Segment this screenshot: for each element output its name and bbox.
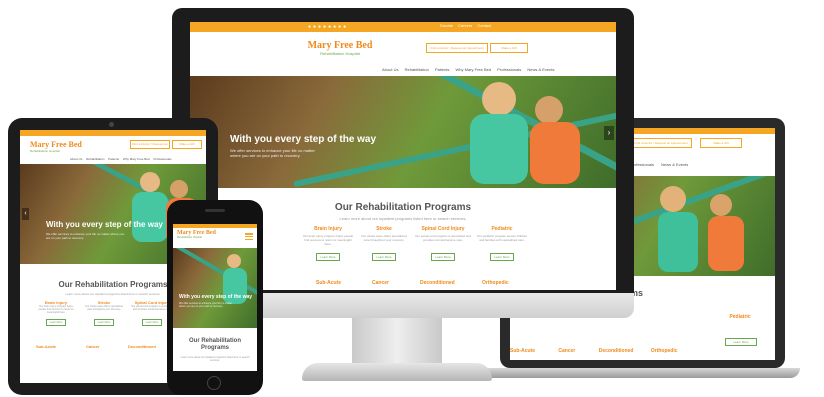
tablet-logo[interactable]: Mary Free Bed Rehabilitation Hospital [30,140,90,153]
program-orthopedic: Orthopedic [482,280,509,286]
learn-more-button[interactable]: Learn More [431,253,455,261]
site-logo[interactable]: Mary Free Bed Rehabilitation Hospital [300,40,380,66]
tablet-nav: About Us Rehabilitation Patients Why Mar… [70,157,206,161]
program-card: Brain Injury Our brain injury program he… [302,226,354,261]
tablet-hero-prev-arrow[interactable]: ‹ [22,208,29,220]
monitor-stand-base [302,363,492,381]
nav-news[interactable]: News & Events [527,67,554,72]
tablet-program-card: Stroke Our stroke team offers specialize… [84,300,124,326]
phone-programs-title: Our Rehabilitation Programs [188,338,241,351]
find-doctor-button[interactable]: Find a Doctor / Request an Appointment [426,43,488,53]
program-name: Brain Injury [314,226,342,232]
home-button-icon[interactable] [207,376,221,390]
main-nav: About Us Rehabilitation Patients Why Mar… [382,67,582,72]
tablet-logo-name: Mary Free Bed [30,140,82,149]
nav-about[interactable]: About Us [382,67,398,72]
tablet-program-card: Brain Injury Our brain injury program he… [36,300,76,326]
laptop-nav: Professionals News & Events [630,162,770,170]
tablet-find-doctor-button[interactable]: Find a Doctor / Request an Appointment [130,140,170,149]
tablet-gift-button[interactable]: Make a Gift [172,140,202,149]
top-utility-bar: ●●●●●●●● Donate Careers Contact [190,22,616,32]
nav-patients[interactable]: Patients [435,67,449,72]
tablet-nav-item[interactable]: Why Mary Free Bed [123,157,150,161]
phone-device: Mary Free Bed Rehabilitation Hospital Wi… [167,200,263,395]
tablet-logo-sub: Rehabilitation Hospital [30,149,60,153]
hero-title: With you every step of the way [230,134,377,145]
nav-rehabilitation[interactable]: Rehabilitation [405,67,429,72]
tablet-learn-more-button[interactable]: Learn More [46,319,66,326]
laptop-learn-more-button[interactable]: Learn More [725,338,757,346]
top-link[interactable]: Contact [477,23,491,28]
nav-professionals[interactable]: Professionals [497,67,521,72]
learn-more-button[interactable]: Learn More [316,253,340,261]
laptop-header-button-2[interactable]: Make a Gift [700,138,742,148]
learn-more-button[interactable]: Learn More [490,253,514,261]
camera-icon [109,122,114,127]
tablet-hero-subtitle: We offer services to enhance your life n… [46,232,125,240]
program-name: Spinal Cord Injury [421,226,465,232]
laptop-header-button-1[interactable]: Find a Doctor / Request an Appointment [630,138,692,148]
program-desc: Our brain injury program helps people fi… [302,234,354,246]
program-card: Spinal Cord Injury Our spinal cord progr… [414,226,472,261]
top-link[interactable]: Donate [440,23,453,28]
laptop-program-orthopedic: Orthopedic [650,348,678,354]
hero-subtitle: We offer services to enhance your life n… [230,148,315,158]
tablet-nav-item[interactable]: Rehabilitation [86,157,104,161]
hero-next-arrow[interactable]: › [604,126,614,140]
tablet-nav-item[interactable]: About Us [70,157,82,161]
phone-hero-subtitle: We offer services to enhance your life n… [179,302,232,308]
phone-hero-title: With you every step of the way [179,294,253,300]
program-desc: Our pediatric program serves children an… [476,234,528,242]
program-card: Stroke Our stroke team offers specialize… [358,226,410,261]
phone-hero: With you every step of the way We offer … [173,248,257,328]
program-deconditioned: Deconditioned [420,280,455,286]
program-subacute: Sub-Acute [316,280,341,286]
top-link[interactable]: Careers [458,23,472,28]
tablet-learn-more-button[interactable]: Learn More [94,319,114,326]
social-icons[interactable]: ●●●●●●●● [308,24,368,30]
phone-screen: Mary Free Bed Rehabilitation Hospital Wi… [173,224,257,371]
menu-icon[interactable] [245,233,253,241]
logo-sub: Rehabilitation Hospital [320,51,360,56]
hero-banner: With you every step of the way We offer … [190,76,616,188]
tablet-nav-item[interactable]: Professionals [153,157,171,161]
make-gift-button[interactable]: Make a Gift [490,43,528,53]
program-cancer: Cancer [372,280,389,286]
logo-name: Mary Free Bed [307,40,373,51]
phone-speaker [205,209,225,212]
laptop-program-pediatric: Pediatric [729,314,751,320]
phone-programs-subtitle: Learn more about our inpatient programs … [180,356,250,362]
tablet-nav-item[interactable]: Patients [108,157,119,161]
tablet-program-desc: Our stroke team offers specialized care … [85,305,123,311]
top-links: Donate Careers Contact [440,23,520,28]
laptop-programs-title-fragment: ms [630,288,644,298]
tablet-program-subacute: Sub-Acute [36,344,56,349]
tablet-learn-more-button[interactable]: Learn More [142,319,162,326]
tablet-program-cancer: Cancer [86,344,100,349]
program-desc: Our spinal cord program is accredited an… [415,234,471,242]
nav-why[interactable]: Why Mary Free Bed [456,67,492,72]
program-card: Pediatric Our pediatric program serves c… [476,226,528,261]
tablet-program-desc: Our brain injury program helps people fi… [38,305,74,314]
phone-logo[interactable]: Mary Free Bed Rehabilitation Hospital [177,230,227,239]
phone-logo-sub: Rehabilitation Hospital [177,236,202,239]
tablet-program-deconditioned: Deconditioned [128,344,156,349]
program-name: Pediatric [491,226,513,232]
program-desc: Our stroke team offers specialized care … [361,234,407,242]
laptop-header-buttons: Find a Doctor / Request an Appointment M… [630,138,770,148]
program-name: Stroke [376,226,392,232]
learn-more-button[interactable]: Learn More [372,253,396,261]
laptop-nav-item[interactable]: News & Events [661,162,688,167]
